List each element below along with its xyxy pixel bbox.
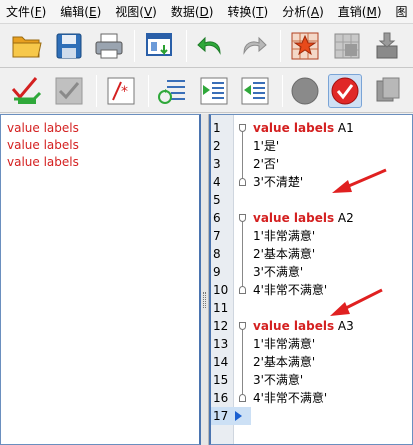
check-run-icon [11,77,42,104]
recall-dialog-button[interactable] [143,29,177,63]
syntax-line: 2 1'是' [213,139,280,153]
grid-disabled-icon [334,33,360,59]
run-selection-button[interactable] [10,74,44,108]
current-line-arrow-icon [235,411,242,421]
fold-toggle-icon[interactable] [239,322,246,330]
printer-icon [95,33,123,59]
red-check-circle-icon [331,77,359,105]
open-folder-icon [12,36,42,58]
fold-toggle-icon[interactable] [239,214,246,222]
syntax-line: 9 3'不满意' [213,265,304,279]
goto-case-button[interactable] [288,29,322,63]
indent-right-icon [200,77,228,105]
save-button[interactable] [52,29,86,63]
gray-circle-icon [291,77,319,105]
fold-toggle-icon[interactable] [239,124,246,132]
star-grid-icon [291,32,319,60]
syntax-line: 8 2'基本满意' [213,247,316,261]
syntax-line: 5 [213,193,221,207]
syntax-line: 16 4'非常不满意' [213,391,328,405]
fold-end-icon [239,178,246,186]
indent-left-icon [241,77,269,105]
list-refresh-icon [158,80,185,104]
breakpoint-button[interactable] [288,74,322,108]
syntax-line: 10 4'非常不满意' [213,283,328,297]
svg-text:*: * [121,84,128,100]
menu-data[interactable]: 数据(D) [171,3,214,20]
step-button[interactable] [372,74,406,108]
syntax-line: 7 1'非常满意' [213,229,316,243]
comment-slash-star-icon: * [107,77,135,105]
menu-edit[interactable]: 编辑(E) [60,3,101,20]
splitter-grip-icon [203,292,206,308]
syntax-line-current: 17 [211,407,412,425]
validate-button[interactable] [52,74,86,108]
syntax-line: 15 3'不满意' [213,373,304,387]
outdent-button[interactable] [238,74,272,108]
syntax-line: 4 3'不清楚' [213,175,304,189]
dialog-recall-icon [146,33,172,56]
syntax-line: 6 value labels A2 [213,211,354,225]
menu-file[interactable]: 文件(F) [6,3,46,20]
split-file-icon [376,32,398,59]
syntax-editor[interactable]: 1 value labels A1 2 1'是' 3 2'否' 4 3'不清楚'… [209,114,413,445]
pane-splitter[interactable] [201,114,209,445]
undo-button[interactable] [194,29,228,63]
nav-item-value-labels-3[interactable]: value labels [1,154,199,171]
nav-item-value-labels-1[interactable]: value labels [1,120,199,137]
menu-view[interactable]: 视图(V) [115,3,157,20]
pages-disabled-icon [376,77,400,102]
syntax-line: 3 2'否' [213,157,280,171]
save-disk-icon [56,33,82,59]
redo-arrow-icon [243,36,267,55]
open-folder-button[interactable] [10,29,44,63]
menu-direct-marketing[interactable]: 直销(M) [338,3,382,20]
indent-button[interactable] [197,74,231,108]
print-button[interactable] [92,29,126,63]
run-to-end-button[interactable] [328,74,362,108]
menu-bar: 文件(F) 编辑(E) 视图(V) 数据(D) 转换(T) 分析(A) 直销(M… [0,0,413,24]
menu-transform[interactable]: 转换(T) [227,3,268,20]
comment-button[interactable]: * [104,74,138,108]
toolbar-main [0,24,413,68]
navigation-pane: value labels value labels value labels [0,114,201,445]
fold-end-icon [239,394,246,402]
syntax-line: 1 value labels A1 [213,121,354,135]
nav-item-value-labels-2[interactable]: value labels [1,137,199,154]
format-syntax-button[interactable] [156,74,190,108]
syntax-line: 11 [213,301,229,315]
toolbar-syntax: * [0,69,413,113]
fold-end-icon [239,286,246,294]
syntax-line: 13 1'非常满意' [213,337,316,351]
undo-arrow-icon [197,36,221,55]
split-file-button[interactable] [370,29,404,63]
syntax-line: 14 2'基本满意' [213,355,316,369]
menu-graphs[interactable]: 图 [396,3,408,20]
redo-button[interactable] [236,29,270,63]
goto-variable-button[interactable] [330,29,364,63]
check-disabled-icon [55,77,83,105]
syntax-line: 12 value labels A3 [213,319,354,333]
menu-analyze[interactable]: 分析(A) [282,3,324,20]
